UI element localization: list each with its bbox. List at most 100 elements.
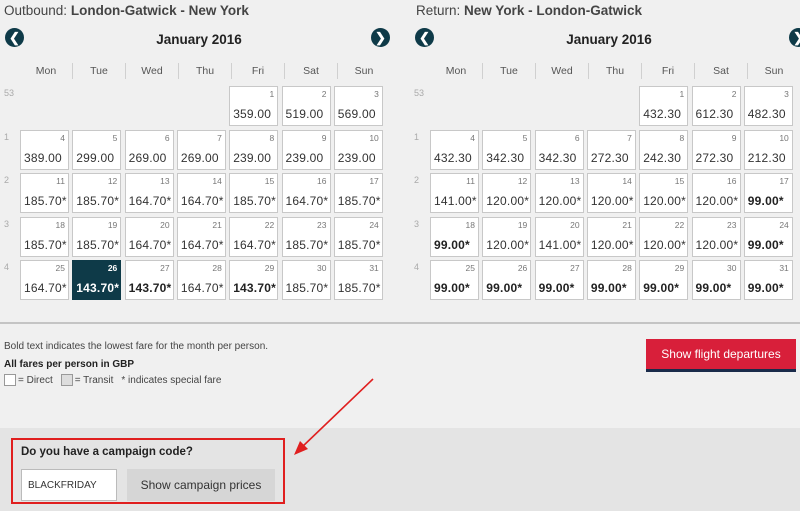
day-cell[interactable]: 28 164.70* — [176, 260, 226, 301]
special-fare-legend-label: * indicates special fare — [121, 374, 222, 386]
day-number: 6 — [164, 132, 170, 143]
day-number: 18 — [55, 219, 65, 230]
day-cell[interactable]: 28 99.00* — [586, 260, 636, 301]
day-cell[interactable]: 10 239.00 — [333, 129, 383, 170]
day-number: 14 — [622, 176, 632, 187]
week-number: 53 — [4, 88, 15, 98]
day-cell[interactable]: 22 164.70* — [229, 216, 279, 257]
fare-price: 141.00* — [538, 237, 582, 252]
fare-price: 164.70* — [180, 194, 224, 209]
fare-price: 185.70* — [337, 237, 381, 252]
fare-price: 239.00 — [233, 150, 272, 165]
transit-swatch — [60, 374, 73, 386]
day-cell[interactable]: 5 299.00 — [72, 129, 122, 170]
day-cell[interactable]: 4 432.30 — [430, 129, 479, 170]
day-cell[interactable]: 9 272.30 — [691, 129, 741, 170]
show-campaign-prices-button[interactable]: Show campaign prices — [127, 469, 275, 501]
day-cell[interactable]: 22 120.00* — [639, 216, 689, 257]
day-cell[interactable]: 11 185.70* — [20, 173, 69, 214]
day-cell[interactable]: 20 141.00* — [534, 216, 584, 257]
day-cell[interactable]: 15 120.00* — [639, 173, 689, 214]
fare-price: 299.00 — [76, 150, 115, 165]
fare-price: 99.00* — [747, 194, 784, 209]
day-cell[interactable]: 11 141.00* — [430, 173, 479, 214]
day-cell[interactable]: 2 519.00 — [281, 86, 331, 126]
day-cell[interactable]: 16 164.70* — [281, 173, 331, 214]
outbound-weekday-header: Mon Tue Wed Thu Fri Sat Sun — [20, 63, 390, 79]
chevron-right-icon[interactable]: ❯ — [371, 28, 390, 47]
day-number: 1 — [269, 89, 275, 99]
day-cell[interactable]: 12 185.70* — [72, 173, 122, 214]
selected-day-cell[interactable]: 26 143.70* — [72, 260, 122, 301]
day-cell[interactable]: 15 185.70* — [229, 173, 279, 214]
fare-price: 99.00* — [590, 281, 627, 296]
day-cell[interactable]: 1 359.00 — [229, 86, 279, 126]
day-cell[interactable]: 24 185.70* — [333, 216, 383, 257]
day-cell[interactable]: 30 99.00* — [691, 260, 741, 301]
fare-price: 164.70* — [180, 237, 224, 252]
day-cell[interactable]: 2 612.30 — [691, 86, 741, 126]
day-cell[interactable]: 25 164.70* — [20, 260, 69, 301]
day-cell[interactable]: 23 185.70* — [281, 216, 331, 257]
day-cell[interactable]: 26 99.00* — [482, 260, 532, 301]
day-cell[interactable]: 16 120.00* — [691, 173, 741, 214]
day-cell[interactable]: 17 185.70* — [333, 173, 383, 214]
day-cell[interactable]: 13 164.70* — [124, 173, 174, 214]
weekday-label: Mon — [20, 63, 73, 79]
day-cell[interactable]: 13 120.00* — [534, 173, 584, 214]
day-cell[interactable]: 3 569.00 — [333, 86, 383, 126]
day-cell[interactable]: 17 99.00* — [743, 173, 793, 214]
day-number: 4 — [60, 132, 65, 143]
day-cell[interactable]: 9 239.00 — [281, 129, 331, 170]
day-cell[interactable]: 19 185.70* — [72, 216, 122, 257]
day-cell[interactable]: 24 99.00* — [743, 216, 793, 257]
day-cell[interactable]: 29 143.70* — [229, 260, 279, 301]
day-cell[interactable]: 21 164.70* — [176, 216, 226, 257]
day-cell[interactable]: 8 239.00 — [229, 129, 279, 170]
day-cell[interactable]: 20 164.70* — [124, 216, 174, 257]
fare-price: 185.70* — [285, 281, 329, 296]
day-cell[interactable]: 19 120.00* — [482, 216, 532, 257]
day-cell[interactable]: 18 185.70* — [20, 216, 69, 257]
day-number: 29 — [674, 263, 685, 274]
day-number: 27 — [160, 263, 170, 274]
campaign-code-input[interactable] — [21, 469, 117, 501]
fare-price: 99.00* — [434, 237, 470, 252]
day-cell[interactable]: 27 99.00* — [534, 260, 584, 301]
day-cell[interactable]: 14 120.00* — [586, 173, 636, 214]
day-cell[interactable]: 25 99.00* — [430, 260, 479, 301]
day-cell[interactable]: 30 185.70* — [281, 260, 331, 301]
day-cell[interactable]: 23 120.00* — [691, 216, 741, 257]
fare-price: 185.70* — [24, 237, 67, 252]
day-cell[interactable]: 21 120.00* — [586, 216, 636, 257]
day-cell[interactable]: 31 99.00* — [743, 260, 793, 301]
day-cell[interactable]: 8 242.30 — [639, 129, 689, 170]
fare-price: 212.30 — [747, 150, 786, 165]
day-cell[interactable]: 14 164.70* — [176, 173, 226, 214]
day-cell[interactable]: 27 143.70* — [124, 260, 174, 301]
fare-price: 120.00* — [538, 194, 582, 209]
show-flight-departures-button[interactable]: Show flight departures — [646, 339, 796, 372]
day-cell[interactable]: 7 272.30 — [586, 129, 636, 170]
day-number: 22 — [674, 219, 685, 230]
day-number: 13 — [160, 176, 170, 187]
day-cell[interactable]: 31 185.70* — [333, 260, 383, 301]
day-cell[interactable]: 1 432.30 — [639, 86, 689, 126]
day-cell[interactable]: 6 269.00 — [124, 129, 174, 170]
day-cell[interactable]: 10 212.30 — [743, 129, 793, 170]
day-cell[interactable]: 6 342.30 — [534, 129, 584, 170]
day-cell[interactable]: 5 342.30 — [482, 129, 532, 170]
day-cell[interactable]: 29 99.00* — [639, 260, 689, 301]
day-cell[interactable]: 3 482.30 — [743, 86, 793, 126]
outbound-route-heading: Outbound: London-Gatwick - New York — [4, 3, 249, 18]
outbound-label: Outbound: — [4, 3, 68, 18]
day-number: 8 — [679, 132, 685, 143]
day-number: 19 — [107, 219, 118, 230]
day-number: 24 — [779, 219, 789, 230]
day-number: 21 — [212, 219, 222, 230]
day-cell[interactable]: 4 389.00 — [20, 129, 69, 170]
day-cell[interactable]: 7 269.00 — [176, 129, 226, 170]
day-cell[interactable]: 12 120.00* — [482, 173, 532, 214]
lowest-fare-note: Bold text indicates the lowest fare for … — [4, 341, 269, 352]
day-cell[interactable]: 18 99.00* — [430, 216, 479, 257]
